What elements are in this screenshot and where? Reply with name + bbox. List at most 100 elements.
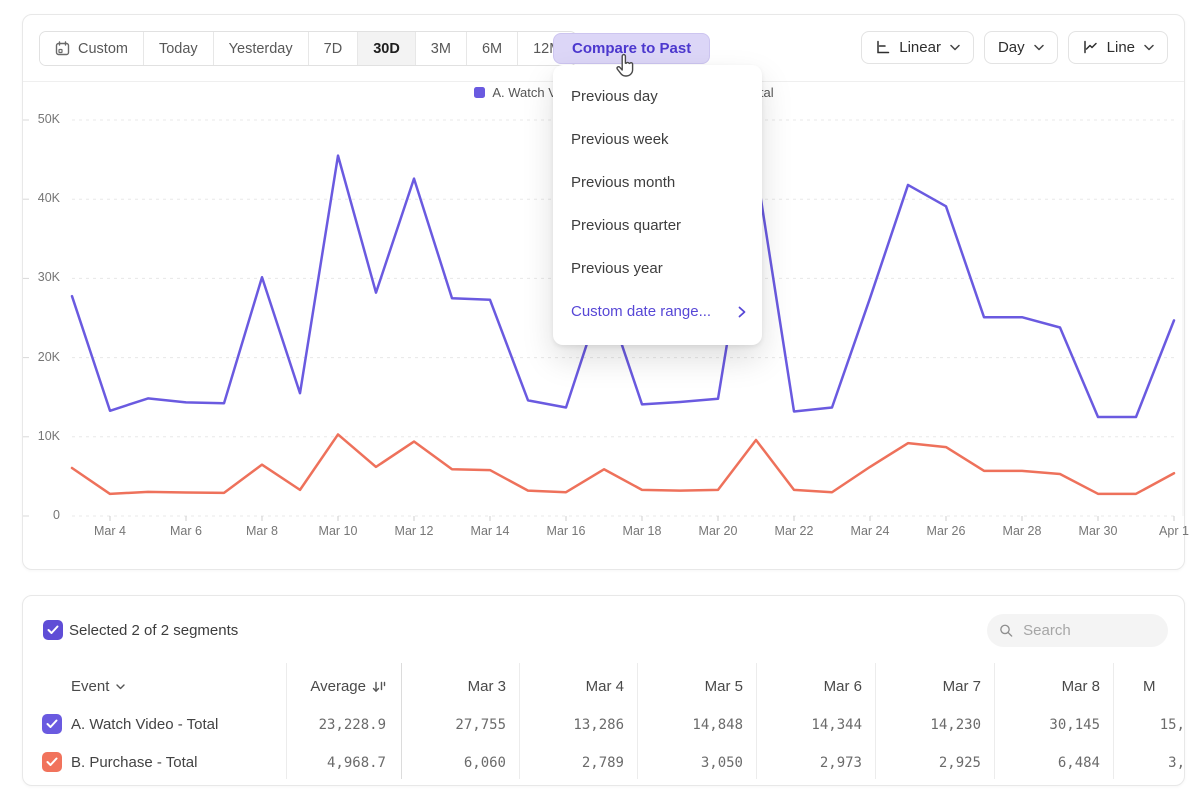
column-separator xyxy=(756,663,757,779)
range-option-today[interactable]: Today xyxy=(144,32,214,65)
column-header-event[interactable]: Event xyxy=(71,678,125,695)
row-checkbox-b-purchase-total[interactable] xyxy=(42,752,62,772)
x-axis-label: Mar 10 xyxy=(306,524,370,538)
range-option-label: 3M xyxy=(431,41,451,57)
column-header-mar-8: Mar 8 xyxy=(1000,678,1100,695)
analytics-page: CustomTodayYesterday7D30D3M6M12M Compare… xyxy=(0,0,1200,802)
menu-item-previous-day[interactable]: Previous day xyxy=(553,75,762,118)
column-header-clipped: M xyxy=(1143,678,1156,695)
x-axis-label: Mar 8 xyxy=(230,524,294,538)
column-separator xyxy=(875,663,876,779)
cell: 3, xyxy=(1085,755,1185,771)
cell: 23,228.9 xyxy=(286,717,386,733)
cell: 6,060 xyxy=(406,755,506,771)
select-all-checkbox[interactable] xyxy=(43,620,63,640)
x-axis-label: Mar 14 xyxy=(458,524,522,538)
cell: 4,968.7 xyxy=(286,755,386,771)
range-option-custom[interactable]: Custom xyxy=(40,32,144,65)
range-option-label: 7D xyxy=(324,41,343,57)
column-header-label: Mar 6 xyxy=(824,678,862,695)
menu-item-previous-month[interactable]: Previous month xyxy=(553,161,762,204)
cell: 2,973 xyxy=(762,755,862,771)
x-axis-label: Mar 28 xyxy=(990,524,1054,538)
interval-label: Day xyxy=(998,39,1025,56)
column-header-mar-7: Mar 7 xyxy=(881,678,981,695)
cell: 2,789 xyxy=(524,755,624,771)
search-box xyxy=(987,614,1168,647)
column-separator xyxy=(994,663,995,779)
x-axis-label: Mar 20 xyxy=(686,524,750,538)
column-header-mar-6: Mar 6 xyxy=(762,678,862,695)
cell: 2,925 xyxy=(881,755,981,771)
scale-label: Linear xyxy=(899,39,941,56)
menu-item-previous-year[interactable]: Previous year xyxy=(553,247,762,290)
interval-select-button[interactable]: Day xyxy=(984,31,1058,64)
cell: 14,344 xyxy=(762,717,862,733)
cell: 15, xyxy=(1085,717,1185,733)
menu-item-previous-quarter[interactable]: Previous quarter xyxy=(553,204,762,247)
menu-item-label: Previous month xyxy=(571,174,675,191)
x-axis-label: Mar 26 xyxy=(914,524,978,538)
row-label: B. Purchase - Total xyxy=(71,754,197,771)
compare-to-past-button[interactable]: Compare to Past xyxy=(553,33,710,64)
range-option-3m[interactable]: 3M xyxy=(416,32,467,65)
x-axis-label: Mar 24 xyxy=(838,524,902,538)
y-axis-label: 50K xyxy=(22,112,60,126)
column-header-mar-4: Mar 4 xyxy=(524,678,624,695)
menu-item-label: Previous quarter xyxy=(571,217,681,234)
cell: 3,050 xyxy=(643,755,743,771)
chevron-down-icon xyxy=(1034,44,1044,51)
chevron-down-icon xyxy=(950,44,960,51)
x-axis-label: Mar 22 xyxy=(762,524,826,538)
x-axis-label: Mar 30 xyxy=(1066,524,1130,538)
x-axis-label: Mar 12 xyxy=(382,524,446,538)
column-header-label: Event xyxy=(71,678,109,695)
row-checkbox-a-watch-video-total[interactable] xyxy=(42,714,62,734)
column-separator xyxy=(401,663,402,779)
y-axis-label: 30K xyxy=(22,270,60,284)
x-axis-label: Apr 1 xyxy=(1142,524,1200,538)
column-header-average[interactable]: Average xyxy=(286,678,386,695)
range-option-7d[interactable]: 7D xyxy=(309,32,359,65)
line-chart-icon xyxy=(1082,40,1098,55)
scale-select-button[interactable]: Linear xyxy=(861,31,974,64)
range-option-6m[interactable]: 6M xyxy=(467,32,518,65)
range-option-label: 30D xyxy=(373,41,400,57)
menu-item-label: Previous week xyxy=(571,131,669,148)
range-option-label: Yesterday xyxy=(229,41,293,57)
column-header-label: Average xyxy=(310,678,366,695)
y-axis-label: 10K xyxy=(22,429,60,443)
check-icon xyxy=(46,757,58,767)
cell: 13,286 xyxy=(524,717,624,733)
column-header-label: Mar 3 xyxy=(468,678,506,695)
row-label: A. Watch Video - Total xyxy=(71,716,218,733)
calendar-icon xyxy=(55,41,70,56)
search-input[interactable] xyxy=(1021,621,1156,640)
chart-type-select-button[interactable]: Line xyxy=(1068,31,1168,64)
range-option-yesterday[interactable]: Yesterday xyxy=(214,32,309,65)
legend-swatch xyxy=(474,87,485,98)
x-axis-label: Mar 6 xyxy=(154,524,218,538)
column-header-mar-5: Mar 5 xyxy=(643,678,743,695)
segments-card: Selected 2 of 2 segments Event Average Mar… xyxy=(22,595,1185,786)
range-option-30d[interactable]: 30D xyxy=(358,32,416,65)
cell: 14,230 xyxy=(881,717,981,733)
chevron-down-icon xyxy=(1144,44,1154,51)
chevron-down-icon xyxy=(116,684,125,690)
y-axis-label: 20K xyxy=(22,350,60,364)
column-header-label: Mar 7 xyxy=(943,678,981,695)
menu-item-previous-week[interactable]: Previous week xyxy=(553,118,762,161)
column-separator xyxy=(519,663,520,779)
range-option-label: 6M xyxy=(482,41,502,57)
compare-to-past-menu: Previous day Previous week Previous month P… xyxy=(553,65,762,345)
date-range-control: CustomTodayYesterday7D30D3M6M12M xyxy=(39,31,577,66)
chart-type-label: Line xyxy=(1107,39,1135,56)
cell: 27,755 xyxy=(406,717,506,733)
x-axis-label: Mar 4 xyxy=(78,524,142,538)
range-option-label: Custom xyxy=(78,41,128,57)
column-header-mar-3: Mar 3 xyxy=(406,678,506,695)
check-icon xyxy=(46,719,58,729)
selected-summary: Selected 2 of 2 segments xyxy=(69,622,238,639)
chevron-right-icon xyxy=(738,306,746,318)
menu-item-custom-date-range[interactable]: Custom date range... xyxy=(553,290,762,333)
